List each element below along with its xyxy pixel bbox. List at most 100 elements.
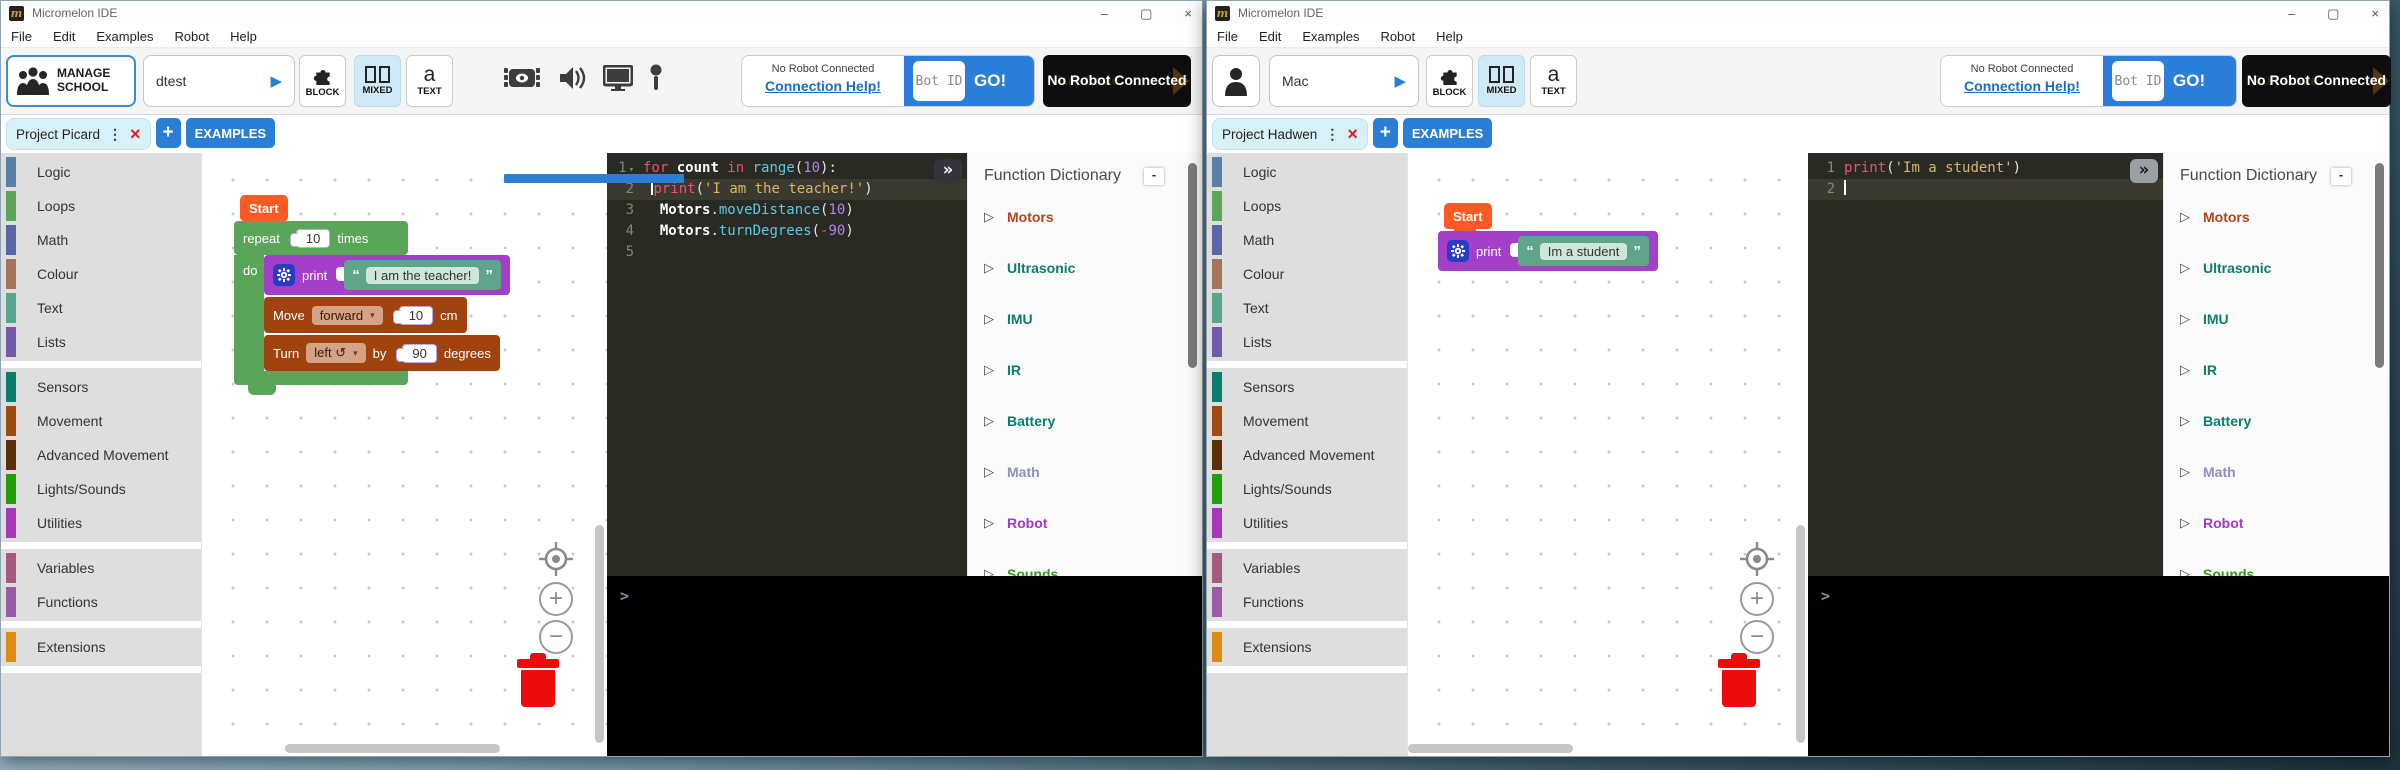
- repeat-block[interactable]: repeat 10 times: [234, 221, 408, 255]
- toolbox-item-sensors[interactable]: Sensors: [1207, 370, 1407, 404]
- move-direction-dropdown[interactable]: forward ▾: [312, 306, 383, 325]
- dictionary-item-motors[interactable]: ▷Motors: [2180, 207, 2375, 227]
- expand-triangle-icon[interactable]: ▷: [2180, 515, 2190, 531]
- expand-triangle-icon[interactable]: ▷: [2180, 464, 2190, 480]
- dictionary-item-math[interactable]: ▷Math: [984, 462, 1188, 482]
- add-tab-button[interactable]: +: [156, 118, 181, 148]
- toolbox-item-logic[interactable]: Logic: [1207, 155, 1407, 189]
- trash-icon[interactable]: [517, 653, 559, 707]
- expand-triangle-icon[interactable]: ▷: [2180, 413, 2190, 429]
- toolbox-item-text[interactable]: Text: [1, 291, 201, 325]
- toolbox-item-lists[interactable]: Lists: [1, 325, 201, 359]
- toolbox-item-lists[interactable]: Lists: [1207, 325, 1407, 359]
- recenter-button[interactable]: [1740, 542, 1774, 576]
- expand-triangle-icon[interactable]: ▷: [984, 464, 994, 480]
- toolbox-item-variables[interactable]: Variables: [1207, 551, 1407, 585]
- canvas-vertical-scrollbar[interactable]: [595, 525, 604, 743]
- run-code-button[interactable]: Run Code No Robot Connected: [1043, 55, 1191, 107]
- expand-triangle-icon[interactable]: ▷: [984, 260, 994, 276]
- toolbox-item-math[interactable]: Math: [1, 223, 201, 257]
- expand-triangle-icon[interactable]: ▷: [2180, 566, 2190, 576]
- toolbox-item-movement[interactable]: Movement: [1207, 404, 1407, 438]
- toolbox-item-advanced-movement[interactable]: Advanced Movement: [1207, 438, 1407, 472]
- toolbox-item-variables[interactable]: Variables: [1, 551, 201, 585]
- dictionary-item-ir[interactable]: ▷IR: [2180, 360, 2375, 380]
- menu-edit[interactable]: Edit: [1259, 29, 1281, 44]
- close-window-icon[interactable]: ×: [2371, 7, 2379, 20]
- gear-icon[interactable]: [273, 264, 295, 286]
- turn-degrees-input[interactable]: 90: [402, 344, 436, 363]
- zoom-in-button[interactable]: +: [539, 582, 573, 616]
- dictionary-item-motors[interactable]: ▷Motors: [984, 207, 1188, 227]
- toolbox-item-colour[interactable]: Colour: [1207, 257, 1407, 291]
- project-selector[interactable]: dtest ▶: [143, 55, 295, 107]
- turn-block[interactable]: Turn left ↺ ▾ by 90 degrees: [264, 335, 500, 371]
- dictionary-item-imu[interactable]: ▷IMU: [2180, 309, 2375, 329]
- manage-school-button[interactable]: MANAGE SCHOOL: [6, 55, 136, 107]
- light-icon[interactable]: [650, 64, 662, 92]
- canvas-vertical-scrollbar[interactable]: [1796, 525, 1805, 743]
- toolbox-item-advanced-movement[interactable]: Advanced Movement: [1, 438, 201, 472]
- dictionary-item-battery[interactable]: ▷Battery: [2180, 411, 2375, 431]
- display-icon[interactable]: [603, 65, 633, 91]
- mode-button-block[interactable]: BLOCK: [299, 55, 346, 107]
- canvas-horizontal-scrollbar[interactable]: [1408, 744, 1573, 753]
- mode-button-mixed[interactable]: MIXED: [354, 55, 401, 107]
- trash-icon[interactable]: [1718, 653, 1760, 707]
- project-selector[interactable]: Mac ▶: [1269, 55, 1419, 107]
- expand-triangle-icon[interactable]: ▷: [2180, 362, 2190, 378]
- console-panel[interactable]: >: [1808, 576, 2389, 756]
- kebab-menu-icon[interactable]: ⋮: [108, 126, 122, 143]
- toolbox-item-sensors[interactable]: Sensors: [1, 370, 201, 404]
- console-panel[interactable]: >: [607, 576, 1202, 756]
- block-canvas[interactable]: Start: [1407, 153, 1808, 756]
- code-line[interactable]: 1print('Im a student'): [1808, 158, 2163, 179]
- dictionary-item-math[interactable]: ▷Math: [2180, 462, 2375, 482]
- minimize-panel-button[interactable]: -: [1144, 168, 1164, 185]
- menu-help[interactable]: Help: [230, 29, 257, 44]
- expand-triangle-icon[interactable]: ▷: [984, 311, 994, 327]
- expand-triangle-icon[interactable]: ▷: [984, 209, 994, 225]
- maximize-window-icon[interactable]: ▢: [2327, 7, 2339, 20]
- bot-id-input[interactable]: Bot ID: [2112, 61, 2164, 101]
- connection-help-link[interactable]: Connection Help!: [742, 78, 904, 94]
- minimize-window-icon[interactable]: –: [2288, 7, 2295, 20]
- dictionary-item-robot[interactable]: ▷Robot: [984, 513, 1188, 533]
- expand-triangle-icon[interactable]: ▷: [984, 362, 994, 378]
- canvas-horizontal-scrollbar[interactable]: [285, 744, 500, 753]
- expand-triangle-icon[interactable]: ▷: [2180, 311, 2190, 327]
- move-block[interactable]: Move forward ▾ 10 cm: [264, 297, 467, 333]
- code-editor[interactable]: 1▾for count in range(10):2 print('I am t…: [607, 153, 967, 576]
- zoom-out-button[interactable]: −: [539, 620, 573, 654]
- kebab-menu-icon[interactable]: ⋮: [1325, 126, 1339, 143]
- examples-button[interactable]: EXAMPLES: [1403, 118, 1493, 148]
- dictionary-item-sounds[interactable]: ▷Sounds: [2180, 564, 2375, 576]
- gear-icon[interactable]: [1447, 240, 1469, 262]
- add-tab-button[interactable]: +: [1373, 118, 1398, 148]
- toolbox-item-loops[interactable]: Loops: [1207, 189, 1407, 223]
- zoom-in-button[interactable]: +: [1740, 582, 1774, 616]
- speaker-icon[interactable]: [558, 65, 586, 91]
- expand-triangle-icon[interactable]: ▷: [984, 566, 994, 576]
- code-editor[interactable]: 1print('Im a student')2 »: [1808, 153, 2163, 576]
- print-block[interactable]: print “ I am the teacher! ”: [264, 255, 510, 295]
- toolbox-item-functions[interactable]: Functions: [1207, 585, 1407, 619]
- string-value-input[interactable]: I am the teacher!: [366, 267, 480, 284]
- mode-button-text[interactable]: a TEXT: [1530, 55, 1577, 107]
- dictionary-item-ir[interactable]: ▷IR: [984, 360, 1188, 380]
- code-line[interactable]: 4 Motors.turnDegrees(-90): [607, 221, 967, 242]
- manage-school-button[interactable]: [1212, 55, 1260, 107]
- collapse-panel-icon[interactable]: »: [2130, 159, 2158, 183]
- menu-file[interactable]: File: [11, 29, 32, 44]
- dictionary-item-sounds[interactable]: ▷Sounds: [984, 564, 1188, 576]
- toolbox-item-utilities[interactable]: Utilities: [1207, 506, 1407, 540]
- toolbox-item-lights-sounds[interactable]: Lights/Sounds: [1, 472, 201, 506]
- close-tab-icon[interactable]: ×: [130, 125, 141, 143]
- mode-button-block[interactable]: BLOCK: [1426, 55, 1473, 107]
- expand-triangle-icon[interactable]: ▷: [984, 413, 994, 429]
- code-line[interactable]: 5: [607, 242, 967, 263]
- toolbox-item-lights-sounds[interactable]: Lights/Sounds: [1207, 472, 1407, 506]
- dictionary-item-battery[interactable]: ▷Battery: [984, 411, 1188, 431]
- mode-button-text[interactable]: a TEXT: [406, 55, 453, 107]
- run-code-button[interactable]: Run Code No Robot Connected: [2242, 55, 2391, 107]
